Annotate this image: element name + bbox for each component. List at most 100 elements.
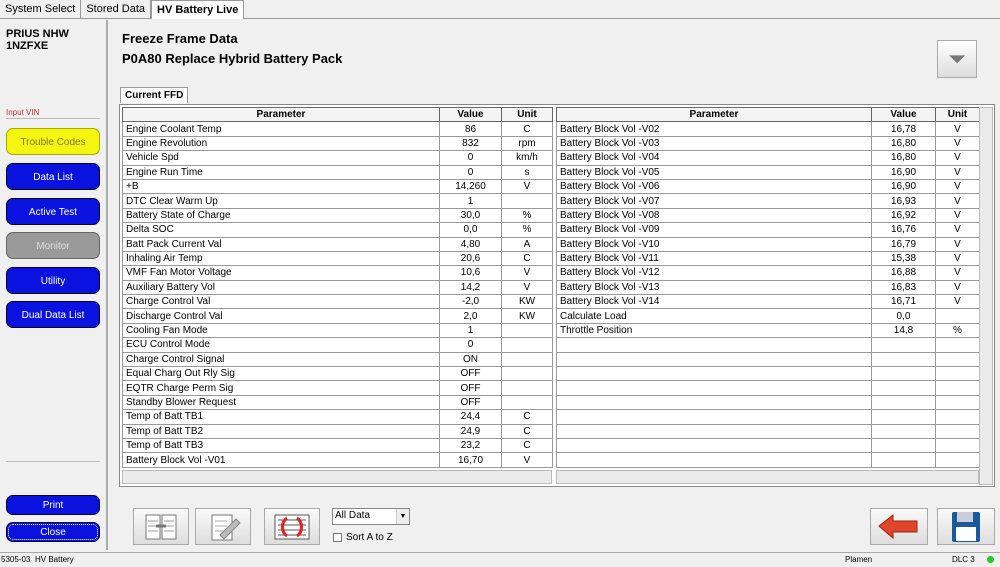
dual-data-list-button[interactable]: Dual Data List — [6, 301, 100, 328]
table-row[interactable]: Battery Block Vol -V12 16,88 V — [556, 265, 980, 281]
table-row[interactable] — [556, 380, 980, 396]
edit-list-button[interactable] — [195, 508, 251, 545]
table-row[interactable]: Battery Block Vol -V06 16,90 V — [556, 178, 980, 195]
monitor-button[interactable]: Monitor — [6, 232, 100, 259]
value-header[interactable]: Value — [439, 106, 502, 123]
table-row[interactable]: Battery Block Vol -V09 16,76 V — [556, 222, 980, 238]
tab-current-ffd[interactable]: Current FFD — [120, 87, 189, 103]
utility-button[interactable]: Utility — [6, 267, 100, 294]
table-row[interactable]: EQTR Charge Perm Sig OFF — [122, 380, 553, 396]
print-button[interactable]: Print — [6, 495, 100, 515]
vertical-scrollbar[interactable] — [979, 107, 993, 485]
save-button[interactable] — [937, 508, 995, 545]
table-row[interactable]: Equal Charg Out Rly Sig OFF — [122, 366, 553, 382]
swap-list-button[interactable] — [264, 508, 320, 545]
back-button[interactable] — [870, 508, 928, 545]
close-button[interactable]: Close — [6, 522, 100, 542]
table-row[interactable]: VMF Fan Motor Voltage 10,6 V — [122, 265, 553, 281]
right-data-table: Parameter Value Unit Battery Block Vol -… — [556, 106, 980, 468]
unit-cell: C — [501, 409, 553, 425]
table-row[interactable]: Auxiliary Battery Vol 14,2 V — [122, 279, 553, 296]
right-horizontal-scrollbar[interactable] — [556, 470, 979, 484]
table-row[interactable]: Battery Block Vol -V03 16,80 V — [556, 135, 980, 152]
unit-cell: % — [501, 207, 553, 224]
table-row[interactable]: Engine Run Time 0 s — [122, 164, 553, 180]
unit-cell: V — [935, 193, 980, 209]
value-cell: 86 — [439, 121, 502, 137]
tab-hv-battery-live[interactable]: HV Battery Live — [151, 0, 245, 19]
active-test-button[interactable]: Active Test — [6, 198, 100, 225]
table-row[interactable]: Battery Block Vol -V07 16,93 V — [556, 193, 980, 209]
table-row[interactable]: Battery Block Vol -V02 16,78 V — [556, 121, 980, 137]
table-row[interactable]: Throttle Position 14,8% — [556, 322, 980, 339]
table-row[interactable] — [556, 351, 980, 368]
table-row[interactable]: Vehicle Spd 0 km/h — [122, 150, 553, 166]
value-header[interactable]: Value — [871, 106, 936, 123]
edit-list-icon — [211, 514, 241, 541]
unit-cell: V — [935, 150, 980, 166]
unit-cell: V — [935, 164, 980, 180]
value-cell: 832 — [439, 135, 502, 152]
value-cell — [871, 351, 936, 368]
table-row[interactable]: Cooling Fan Mode 1 — [122, 322, 553, 339]
parameter-cell: Vehicle Spd — [122, 150, 440, 166]
table-row[interactable] — [556, 423, 980, 439]
filter-button[interactable]: ⏷ — [937, 40, 977, 78]
table-row[interactable]: Temp of Batt TB2 24,9 C — [122, 423, 553, 439]
parameter-cell: Calculate Load — [556, 308, 872, 324]
table-row[interactable] — [556, 437, 980, 454]
left-horizontal-scrollbar[interactable] — [122, 470, 552, 484]
table-row[interactable]: Battery Block Vol -V08 16,92 V — [556, 207, 980, 224]
unit-header[interactable]: Unit — [501, 106, 553, 123]
table-row[interactable] — [556, 366, 980, 382]
table-row[interactable]: Temp of Batt TB1 24,4 C — [122, 409, 553, 425]
trouble-codes-button[interactable]: Trouble Codes — [6, 128, 100, 155]
table-row[interactable]: Temp of Batt TB3 23,2 C — [122, 437, 553, 454]
parameter-header[interactable]: Parameter — [556, 106, 872, 123]
table-row[interactable]: DTC Clear Warm Up 1 — [122, 193, 553, 209]
table-row[interactable]: Battery Block Vol -V14 16,71 V — [556, 294, 980, 310]
unit-cell: C — [501, 250, 553, 267]
table-row[interactable]: Inhaling Air Temp 20,6 C — [122, 250, 553, 267]
table-row[interactable]: Battery Block Vol -V13 16,83 V — [556, 279, 980, 296]
table-row[interactable]: Charge Control Signal ON — [122, 351, 553, 368]
table-row[interactable]: +B 14,260 V — [122, 178, 553, 195]
parameter-cell: ECU Control Mode — [122, 337, 440, 353]
unit-cell: V — [501, 452, 553, 468]
table-row[interactable] — [556, 394, 980, 411]
value-cell — [871, 337, 936, 353]
table-row[interactable]: Charge Control Val -2,0 KW — [122, 294, 553, 310]
tab-system-select[interactable]: System Select — [0, 0, 82, 18]
table-row[interactable]: Standby Blower Request OFF — [122, 394, 553, 411]
value-cell: 15,38 — [871, 250, 936, 267]
table-row[interactable]: Battery Block Vol -V04 16,80 V — [556, 150, 980, 166]
table-row[interactable]: Battery Block Vol -V01 16,70 V — [122, 452, 553, 468]
table-row[interactable]: Batt Pack Current Val 4,80 A — [122, 236, 553, 252]
table-row[interactable]: Calculate Load 0,0 — [556, 308, 980, 324]
table-row[interactable]: Discharge Control Val 2,0 KW — [122, 308, 553, 324]
value-cell: 0 — [439, 337, 502, 353]
table-row[interactable]: Battery Block Vol -V05 16,90 V — [556, 164, 980, 180]
data-list-button[interactable]: Data List — [6, 163, 100, 190]
table-row[interactable]: ECU Control Mode 0 — [122, 337, 553, 353]
tab-stored-data[interactable]: Stored Data — [81, 0, 152, 18]
unit-cell: V — [501, 178, 553, 195]
table-row[interactable]: Battery State of Charge 30,0% — [122, 207, 553, 224]
table-row[interactable]: Battery Block Vol -V11 15,38 V — [556, 250, 980, 267]
unit-header[interactable]: Unit — [935, 106, 980, 123]
table-row[interactable]: Engine Revolution 832 rpm — [122, 135, 553, 152]
table-row[interactable] — [556, 452, 980, 468]
input-vin-link[interactable]: Input VIN — [6, 108, 39, 117]
value-cell: 0 — [439, 150, 502, 166]
parameter-cell: Discharge Control Val — [122, 308, 440, 324]
table-row[interactable] — [556, 409, 980, 425]
table-row[interactable]: Engine Coolant Temp 86 C — [122, 121, 553, 137]
table-row[interactable] — [556, 337, 980, 353]
unit-cell: V — [935, 265, 980, 281]
table-row[interactable]: Delta SOC 0,0% — [122, 222, 553, 238]
sort-a-to-z-checkbox[interactable]: Sort A to Z — [333, 532, 393, 543]
split-view-button[interactable] — [133, 508, 189, 545]
data-filter-select[interactable]: All Data ▼ — [332, 508, 410, 525]
parameter-header[interactable]: Parameter — [122, 106, 440, 123]
table-row[interactable]: Battery Block Vol -V10 16,79 V — [556, 236, 980, 252]
